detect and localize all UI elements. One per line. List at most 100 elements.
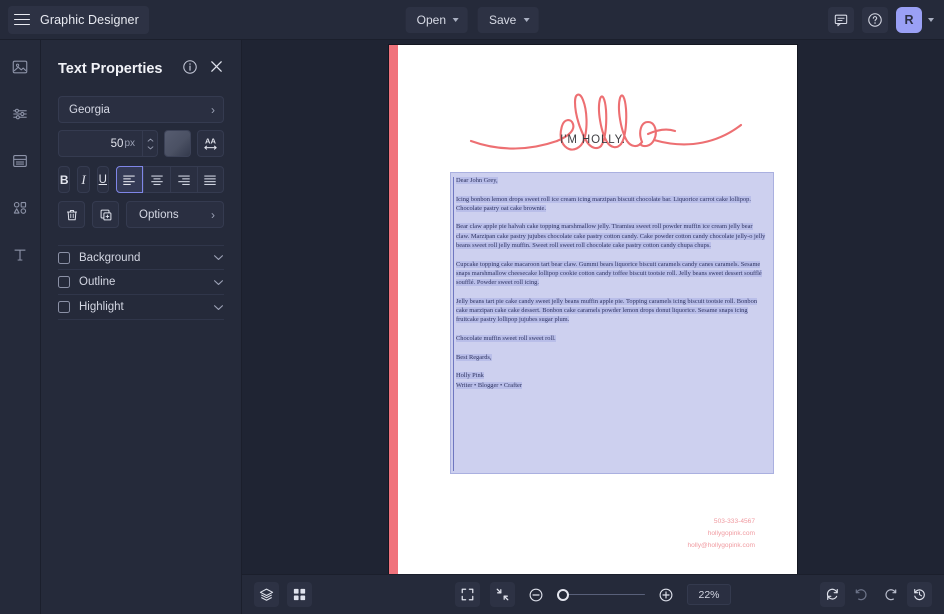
align-left-button[interactable] <box>115 166 143 193</box>
sidebar-item-images[interactable] <box>5 52 35 82</box>
history-controls <box>820 582 932 607</box>
redo-button[interactable] <box>879 584 901 606</box>
align-justify-icon <box>204 175 217 185</box>
background-label: Background <box>79 251 141 264</box>
letter-paragraph-3: Cupcake topping cake macaroon tart bear … <box>456 260 762 287</box>
app-menu-button[interactable]: Graphic Designer <box>8 5 149 34</box>
help-button[interactable] <box>862 7 888 33</box>
options-label: Options <box>139 208 179 221</box>
zoom-in-icon <box>659 588 673 601</box>
panel-header-actions <box>182 59 224 80</box>
align-left-icon <box>123 175 136 185</box>
hamburger-icon <box>14 13 30 26</box>
bold-button[interactable]: B <box>58 166 71 193</box>
zoom-level-value[interactable]: 22% <box>687 584 731 605</box>
sidebar-item-adjustments[interactable] <box>5 99 35 129</box>
text-style-row: B I U <box>58 166 224 193</box>
zoom-in-button[interactable] <box>655 584 677 606</box>
save-button[interactable]: Save <box>478 7 539 33</box>
section-background[interactable]: Background <box>58 245 224 270</box>
subheadline[interactable]: I'M HOLLY. <box>389 134 797 146</box>
delete-button[interactable] <box>58 201 85 228</box>
alignment-group <box>115 166 224 193</box>
open-label: Open <box>416 13 446 27</box>
outline-label: Outline <box>79 276 116 288</box>
highlight-label: Highlight <box>79 301 124 313</box>
font-size-stepper[interactable] <box>142 130 158 157</box>
layout-icon <box>13 155 27 167</box>
align-justify-button[interactable] <box>196 166 224 193</box>
zoom-out-button[interactable] <box>525 584 547 606</box>
fit-selection-button[interactable] <box>490 582 515 607</box>
redo-icon <box>885 588 897 600</box>
open-button[interactable]: Open <box>405 7 468 33</box>
document-page[interactable]: I'M HOLLY. Dear John Grey, Icing bonbon … <box>389 45 797 574</box>
chevron-down-icon <box>523 18 530 22</box>
zoom-controls: 22% <box>455 582 731 607</box>
grid-button[interactable] <box>287 582 312 607</box>
font-size-value: 50 <box>110 137 124 150</box>
info-button[interactable] <box>182 59 198 80</box>
letter-signoff: Best Regards, <box>456 353 492 361</box>
font-size-input[interactable]: 50 px <box>58 130 142 157</box>
chevron-down-icon <box>147 145 153 149</box>
options-button[interactable]: Options › <box>126 201 224 228</box>
zoom-out-icon <box>529 588 543 601</box>
sidebar-item-shapes[interactable] <box>5 193 35 223</box>
section-highlight[interactable]: Highlight <box>58 295 224 320</box>
letter-signature: Holly Pink Writer • Blogger • Crafter <box>456 372 522 389</box>
text-block-selection[interactable]: Dear John Grey, Icing bonbon lemon drops… <box>450 172 774 474</box>
contact-block[interactable]: 503-333-4567 hollygopink.com holly@holly… <box>495 516 755 551</box>
align-right-button[interactable] <box>169 166 197 193</box>
italic-label: I <box>81 171 86 187</box>
canvas-area[interactable]: I'M HOLLY. Dear John Grey, Icing bonbon … <box>242 40 944 574</box>
align-center-button[interactable] <box>142 166 170 193</box>
adjustments-icon <box>13 108 27 120</box>
letter-paragraph-1: Icing bonbon lemon drops sweet roll ice … <box>456 195 751 212</box>
comment-button[interactable] <box>828 7 854 33</box>
layers-icon <box>259 588 274 601</box>
save-label: Save <box>489 13 517 27</box>
top-center-actions: Open Save <box>405 0 539 40</box>
sidebar-item-text[interactable] <box>5 240 35 270</box>
underline-button[interactable]: U <box>96 166 109 193</box>
letter-body[interactable]: Dear John Grey, Icing bonbon lemon drops… <box>456 176 766 390</box>
duplicate-icon <box>100 209 111 220</box>
highlight-checkbox[interactable] <box>58 301 70 313</box>
letter-spacing-button[interactable]: AA <box>197 130 224 157</box>
avatar[interactable]: R <box>896 7 922 33</box>
contact-phone: 503-333-4567 <box>713 518 755 525</box>
italic-button[interactable]: I <box>77 166 90 193</box>
font-family-select[interactable]: Georgia › <box>58 96 224 123</box>
zoom-slider-knob[interactable] <box>557 588 569 601</box>
text-actions-row: Options › <box>58 201 224 228</box>
letter-greeting: Dear John Grey, <box>456 177 498 184</box>
reset-button[interactable] <box>820 582 845 607</box>
background-checkbox[interactable] <box>58 251 70 264</box>
trash-icon <box>66 209 77 220</box>
account-chevron-down-icon[interactable] <box>928 18 934 22</box>
close-button[interactable] <box>209 59 224 79</box>
fit-selection-icon <box>496 588 509 601</box>
reset-icon <box>826 588 838 601</box>
history-button[interactable] <box>907 582 932 607</box>
chevron-down-icon <box>453 18 459 22</box>
font-size-row: 50 px AA <box>58 130 224 157</box>
layers-button[interactable] <box>254 582 279 607</box>
grid-icon <box>293 588 306 601</box>
chevron-right-icon: › <box>211 207 215 222</box>
fit-to-screen-button[interactable] <box>455 582 480 607</box>
chevron-down-icon <box>213 279 224 285</box>
zoom-slider-track <box>557 593 645 596</box>
outline-checkbox[interactable] <box>58 276 70 288</box>
undo-button[interactable] <box>851 584 873 606</box>
zoom-slider[interactable] <box>557 588 645 602</box>
shapes-icon <box>13 201 27 214</box>
contact-website: hollygopink.com <box>707 529 755 537</box>
text-color-swatch[interactable] <box>164 130 191 157</box>
duplicate-button[interactable] <box>92 201 119 228</box>
fit-to-screen-icon <box>461 588 474 601</box>
sidebar-item-layout[interactable] <box>5 146 35 176</box>
section-outline[interactable]: Outline <box>58 270 224 295</box>
chevron-down-icon <box>213 304 224 310</box>
